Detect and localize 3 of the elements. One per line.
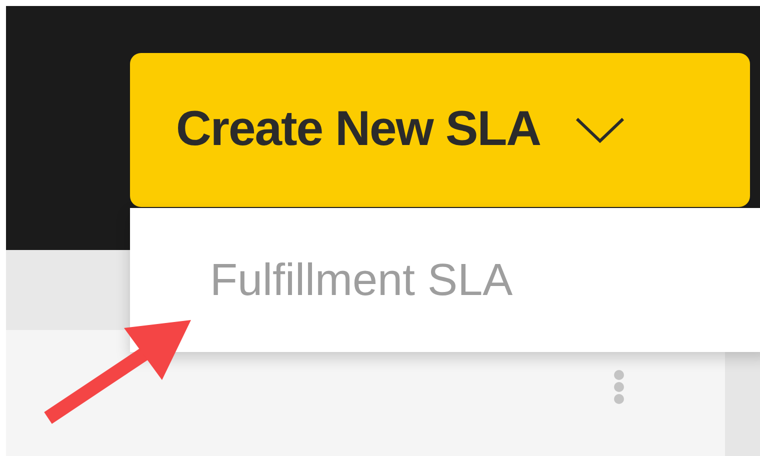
chevron-icon — [574, 117, 625, 143]
create-new-sla-button[interactable]: Create New SLA — [130, 53, 750, 207]
more-options-icon[interactable] — [612, 369, 626, 405]
